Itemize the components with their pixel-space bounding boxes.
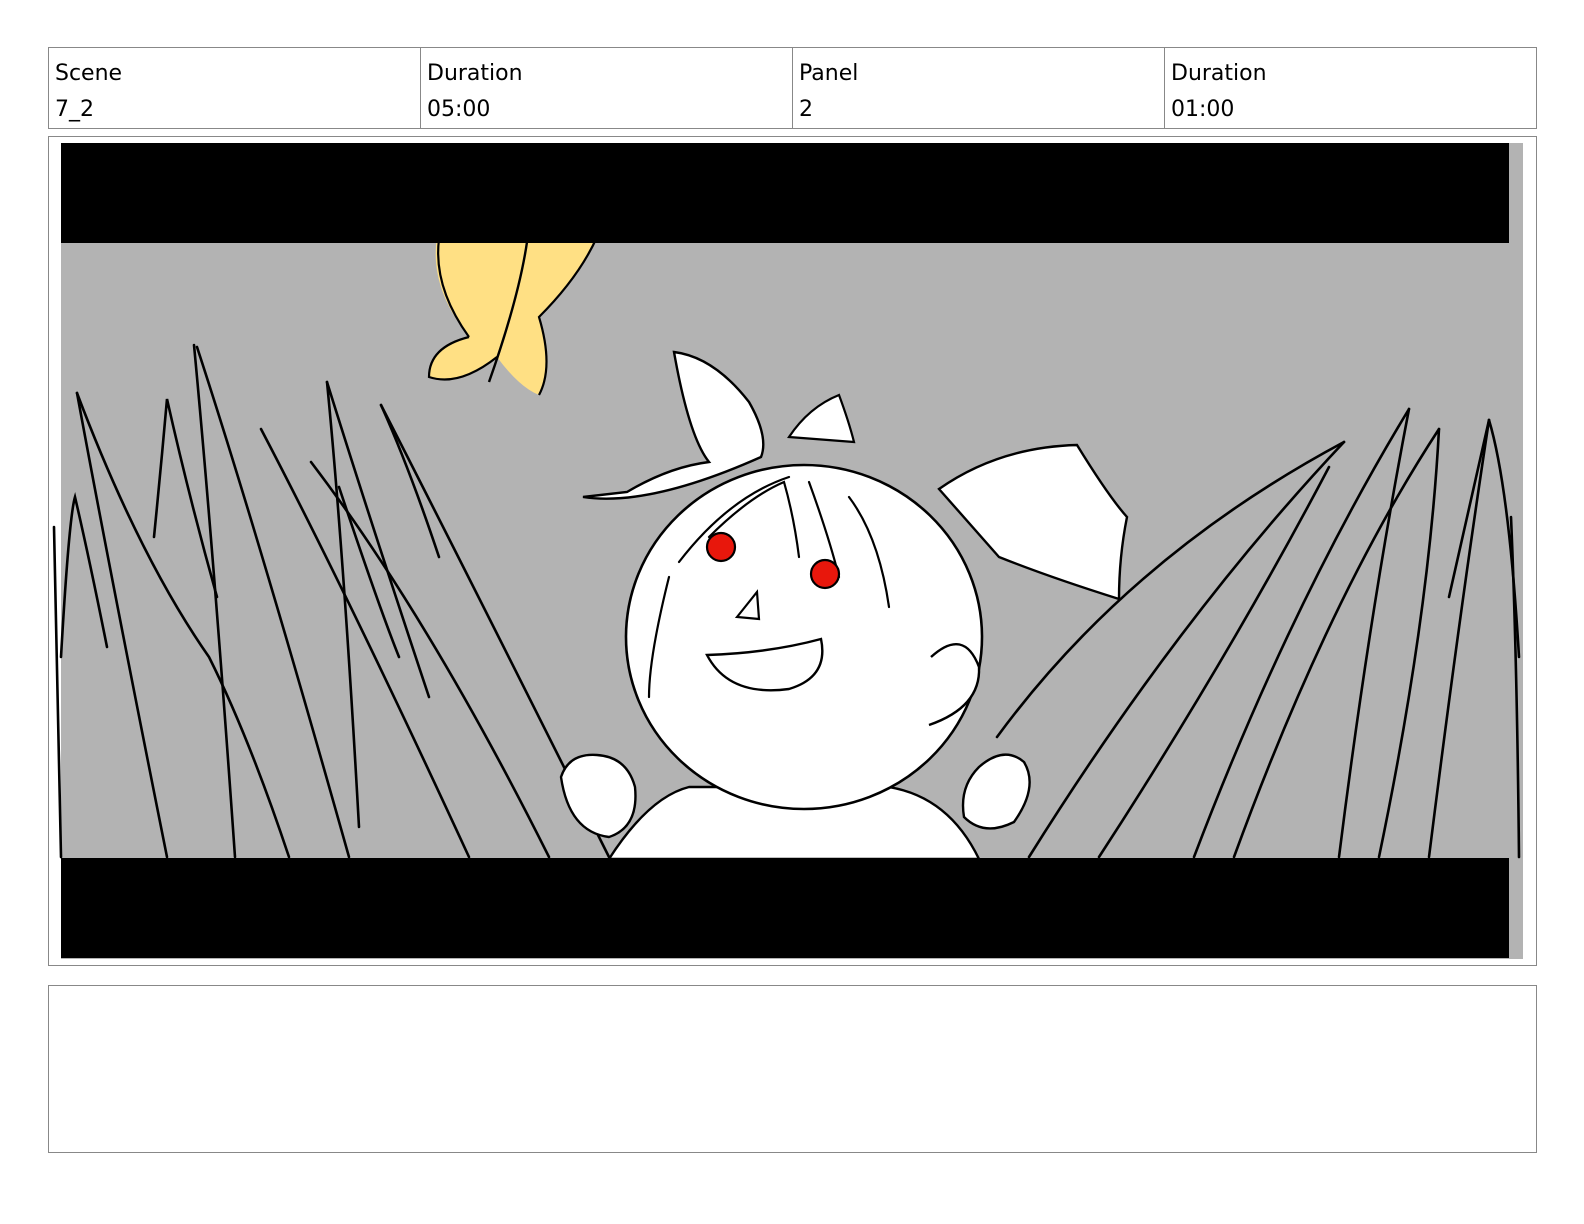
scene-duration-cell: Duration 05:00: [421, 48, 793, 128]
character-right-eye: [809, 558, 841, 590]
letterbox-top: [61, 143, 1509, 243]
scene-value: 7_2: [55, 97, 94, 122]
scene-duration-label: Duration: [427, 61, 523, 86]
scene-cell: Scene 7_2: [49, 48, 421, 128]
panel-label: Panel: [799, 61, 859, 86]
panel-duration-value: 01:00: [1171, 97, 1235, 122]
storyboard-panel-frame: [48, 136, 1537, 966]
panel-cell: Panel 2: [793, 48, 1165, 128]
scene-duration-value: 05:00: [427, 97, 491, 122]
panel-duration-label: Duration: [1171, 61, 1267, 86]
panel-duration-cell: Duration 01:00: [1165, 48, 1536, 128]
letterbox-bottom: [61, 858, 1509, 958]
panel-notes-box: [48, 985, 1537, 1153]
panel-value: 2: [799, 97, 813, 122]
storyboard-panel-image: [52, 143, 1523, 959]
character-head: [624, 463, 984, 811]
panel-info-header: Scene 7_2 Duration 05:00 Panel 2 Duratio…: [48, 47, 1537, 129]
character-left-eye: [705, 531, 737, 563]
scene-label: Scene: [55, 61, 123, 86]
